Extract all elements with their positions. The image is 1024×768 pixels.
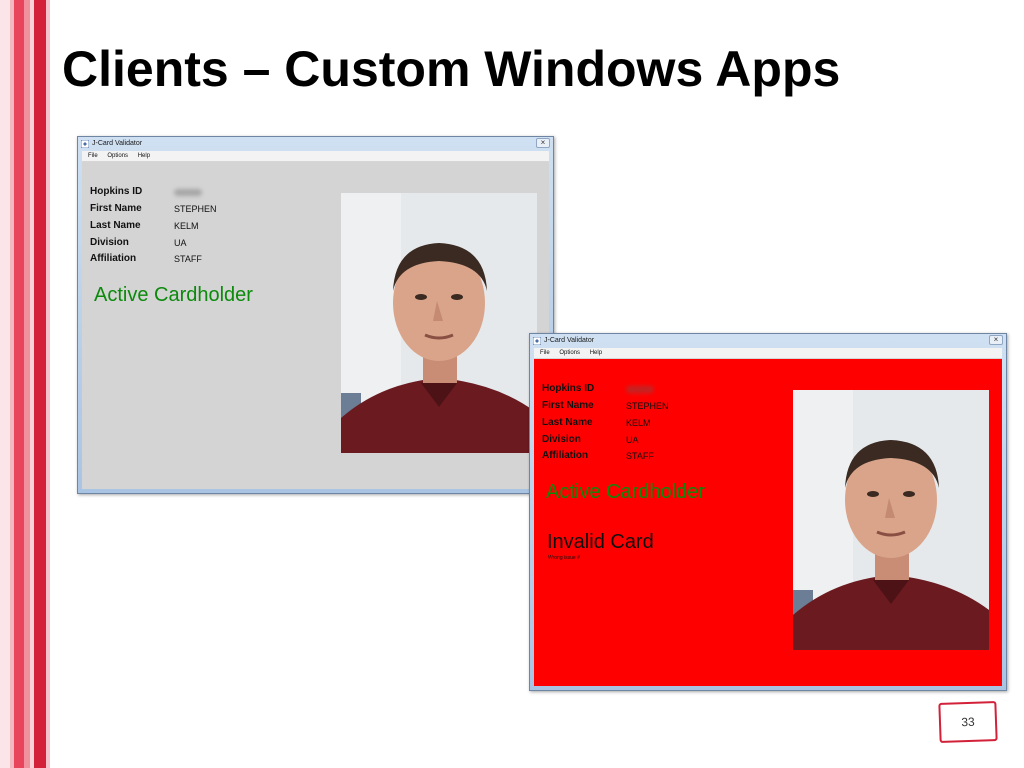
menu-options[interactable]: Options	[559, 350, 580, 356]
label-last-name: Last Name	[90, 220, 141, 231]
label-division: Division	[542, 434, 581, 445]
label-hopkins-id: Hopkins ID	[542, 383, 595, 394]
value-division: UA	[174, 238, 187, 248]
invalid-card-title: Invalid Card	[547, 531, 654, 553]
label-division: Division	[90, 237, 129, 248]
value-hopkins-id	[174, 188, 202, 198]
menu-help[interactable]: Help	[138, 153, 150, 159]
value-division: UA	[626, 435, 639, 445]
value-first-name: STEPHEN	[174, 204, 217, 214]
value-first-name: STEPHEN	[626, 401, 669, 411]
menu-help[interactable]: Help	[590, 350, 602, 356]
slide-title: Clients – Custom Windows Apps	[62, 41, 841, 97]
window-title: J-Card Validator	[544, 337, 595, 344]
decorative-stripes	[0, 0, 52, 768]
cardholder-photo	[341, 193, 537, 453]
menubar: File Options Help	[82, 151, 549, 162]
menubar: File Options Help	[534, 348, 1002, 359]
window-client-area: Hopkins ID First Name STEPHEN Last Name …	[82, 162, 549, 489]
label-hopkins-id: Hopkins ID	[90, 186, 143, 197]
value-last-name: KELM	[626, 418, 651, 428]
app-icon	[533, 337, 541, 345]
cardholder-photo	[793, 390, 989, 650]
invalid-card-detail: Wrong issue #	[548, 555, 580, 561]
menu-options[interactable]: Options	[107, 153, 128, 159]
close-icon[interactable]: ×	[989, 335, 1003, 345]
label-first-name: First Name	[90, 203, 142, 214]
page-number-badge: 33	[938, 701, 998, 743]
value-affiliation: STAFF	[174, 254, 202, 264]
window-titlebar: J-Card Validator ×	[78, 137, 553, 151]
menu-file[interactable]: File	[540, 350, 550, 356]
window-client-area: Hopkins ID First Name STEPHEN Last Name …	[534, 359, 1002, 686]
label-affiliation: Affiliation	[542, 450, 589, 461]
menu-file[interactable]: File	[88, 153, 98, 159]
window-title: J-Card Validator	[92, 140, 143, 147]
value-hopkins-id	[626, 385, 654, 395]
value-affiliation: STAFF	[626, 451, 654, 461]
window-titlebar: J-Card Validator ×	[530, 334, 1006, 348]
label-affiliation: Affiliation	[90, 253, 137, 264]
status-active-cardholder: Active Cardholder	[94, 284, 253, 306]
value-last-name: KELM	[174, 221, 199, 231]
close-icon[interactable]: ×	[536, 138, 550, 148]
label-first-name: First Name	[542, 400, 594, 411]
validator-window-active: J-Card Validator × File Options Help Hop…	[77, 136, 554, 494]
validator-window-invalid: J-Card Validator × File Options Help Hop…	[529, 333, 1007, 691]
label-last-name: Last Name	[542, 417, 593, 428]
app-icon	[81, 140, 89, 148]
status-active-cardholder: Active Cardholder	[546, 481, 705, 503]
